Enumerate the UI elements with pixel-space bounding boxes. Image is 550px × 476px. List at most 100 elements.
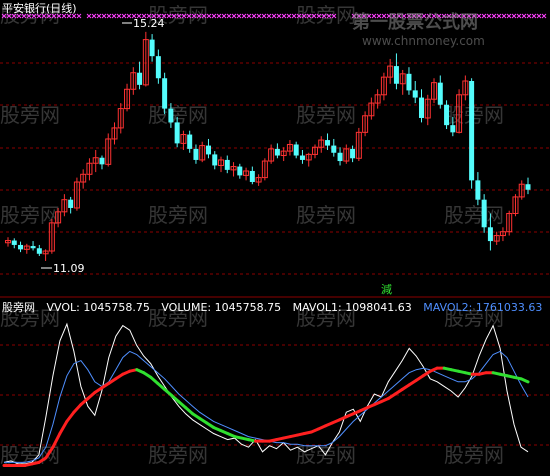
marker-x: [126, 13, 132, 19]
indicator-name: 股旁网: [2, 301, 35, 314]
watermark-text: 股旁网: [0, 203, 60, 227]
marker-x: [496, 13, 502, 19]
candle-body-down: [187, 134, 193, 149]
candle-body-down: [450, 125, 456, 133]
mavol2-segment: [72, 403, 83, 414]
watermark-text: 股旁网: [296, 103, 356, 127]
marker-x: [211, 13, 217, 19]
watermark-text: 股旁网: [444, 203, 504, 227]
candle-body-down: [406, 73, 412, 91]
candle-body-down: [475, 180, 481, 200]
marker-x: [286, 13, 292, 19]
vvol-readout: VVOL: 1045758.75: [46, 301, 150, 314]
candle-body-down: [350, 148, 356, 159]
mavol1-readout: MAVOL1: 1098041.63: [292, 301, 412, 314]
marker-x: [241, 13, 247, 19]
mavol2-readout: MAVOL2: 1761033.63: [423, 301, 543, 314]
marker-x: [76, 13, 82, 19]
candle-body-down: [249, 170, 255, 183]
marker-x: [111, 13, 117, 19]
candle-body-down: [331, 145, 337, 153]
low-price-label: 11.09: [53, 262, 85, 275]
candle-body-down: [299, 155, 305, 160]
mavol2-segment: [65, 410, 76, 423]
marker-x: [486, 13, 492, 19]
candle-body-down: [412, 90, 418, 98]
candle-body-down: [68, 199, 74, 208]
candle-body-down: [418, 97, 424, 118]
candle-body-down: [30, 246, 36, 249]
marker-x: [501, 13, 507, 19]
candle-body-down: [137, 72, 143, 85]
marker-x: [251, 13, 257, 19]
marker-x: [531, 13, 537, 19]
marker-x: [521, 13, 527, 19]
candle-body-down: [437, 82, 443, 105]
marker-x: [271, 13, 277, 19]
marker-x: [481, 13, 487, 19]
candle-body-down: [168, 108, 174, 123]
marker-x: [281, 13, 287, 19]
watermark-text: 股旁网: [296, 443, 356, 467]
candle-body-down: [525, 184, 531, 190]
marker-x: [216, 13, 222, 19]
marker-x: [246, 13, 252, 19]
watermark-text: 股旁网: [0, 103, 60, 127]
candle-body-down: [205, 145, 211, 155]
watermark-text: 股旁网: [444, 443, 504, 467]
marker-x: [516, 13, 522, 19]
marker-x: [266, 13, 272, 19]
candle-body-down: [325, 140, 331, 146]
marker-x: [221, 13, 227, 19]
marker-x: [101, 13, 107, 19]
chart-canvas: 股旁网 股旁网 股旁网股旁网 股旁网 股旁网 股旁网股旁网 股旁网 股旁网 股旁网股旁网 股旁网股…: [0, 3, 550, 467]
candle-body-down: [174, 122, 180, 144]
marker-x: [491, 13, 497, 19]
candle-body-down: [36, 248, 42, 254]
candle-body-down: [469, 81, 475, 181]
marker-x: [276, 13, 282, 19]
watermark-text: 股旁网: [148, 443, 208, 467]
candle-body-down: [162, 78, 168, 109]
marker-x: [106, 13, 112, 19]
mavol2-segment: [519, 377, 530, 384]
marker-x: [86, 13, 92, 19]
watermark-text: 股旁网: [148, 203, 208, 227]
marker-x: [226, 13, 232, 19]
candle-body-down: [155, 56, 161, 79]
candle-body-down: [193, 148, 199, 160]
watermark-text: 股旁网: [296, 203, 356, 227]
candle-body-down: [237, 166, 243, 176]
candle-body-down: [18, 244, 24, 250]
candle-body-down: [274, 148, 280, 156]
candle-body-down: [11, 240, 17, 245]
marker-x: [511, 13, 517, 19]
marker-x: [541, 13, 547, 19]
marker-x: [526, 13, 532, 19]
site-url-watermark: www.chnmoney.com: [362, 34, 485, 48]
marker-x: [506, 13, 512, 19]
candle-body-down: [293, 144, 299, 156]
marker-x: [256, 13, 262, 19]
marker-x: [121, 13, 127, 19]
watermark-layer: 股旁网 股旁网 股旁网股旁网 股旁网 股旁网 股旁网股旁网 股旁网 股旁网 股旁网股旁网 股旁网股…: [0, 3, 504, 467]
marker-x: [91, 13, 97, 19]
mavol2-segment: [58, 419, 69, 436]
volume-readout: VOLUME: 1045758.75: [161, 301, 282, 314]
signal-label: 減: [381, 283, 392, 296]
indicator-header: 股旁网 VVOL: 1045758.75 VOLUME: 1045758.75 …: [2, 302, 550, 314]
marker-x: [116, 13, 122, 19]
high-price-label: 15.24: [133, 17, 165, 30]
candle-body-down: [212, 154, 218, 166]
marker-x: [231, 13, 237, 19]
candle-body-down: [393, 66, 399, 84]
site-watermark: 第一股票公式网: [352, 12, 478, 33]
candle-body-down: [444, 104, 450, 126]
chart-title: 平安银行(日线): [2, 2, 77, 15]
candle-body-down: [149, 39, 155, 57]
marker-x: [536, 13, 542, 19]
candle-body-down: [481, 199, 487, 228]
candle-body-down: [337, 152, 343, 162]
marker-x: [96, 13, 102, 19]
candle-body-down: [487, 227, 493, 242]
